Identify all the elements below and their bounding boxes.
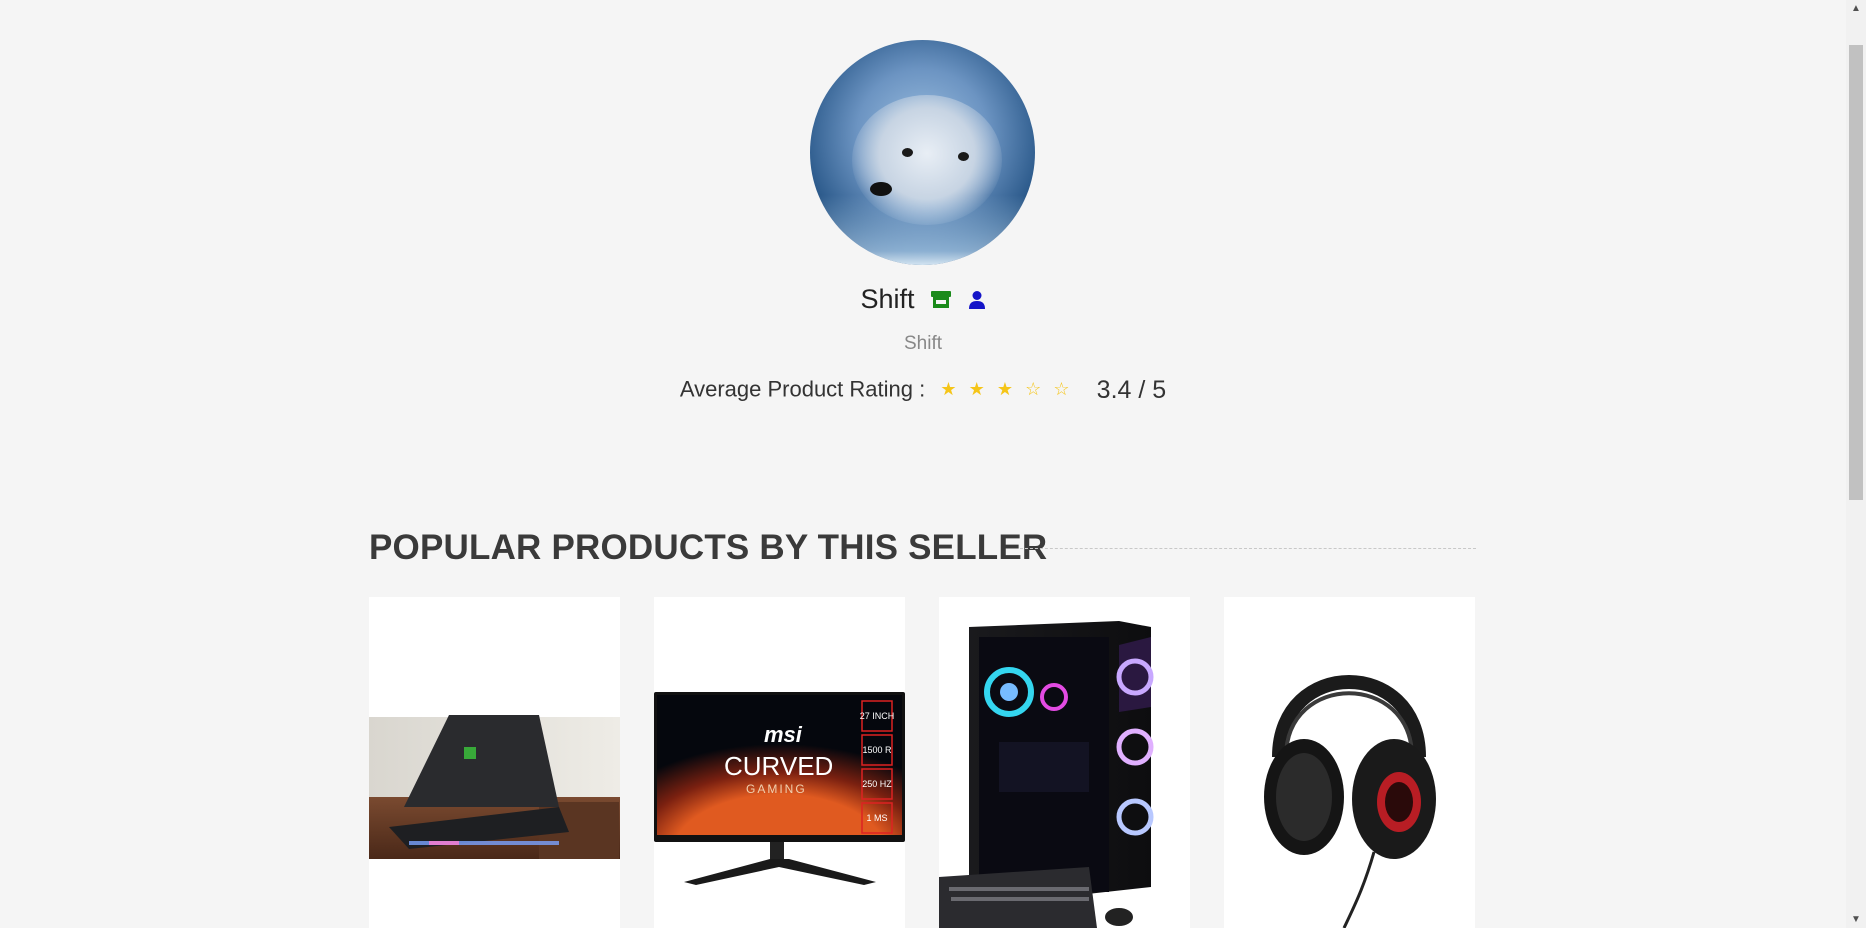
store-icon[interactable]	[930, 286, 952, 317]
avatar-eye	[958, 152, 969, 161]
curved-gaming-monitor-image[interactable]: msi CURVED GAMING 27 INCH 1500 R 250 HZ …	[654, 597, 905, 928]
gaming-desktop-pc-image[interactable]	[939, 597, 1190, 928]
page-scrollbar[interactable]: ▲ ▼	[1846, 0, 1866, 928]
scroll-up-icon[interactable]: ▲	[1846, 0, 1866, 17]
seller-name-row: Shift	[0, 284, 1846, 317]
monitor-spec: 1500 R	[862, 745, 892, 755]
section-divider	[1020, 548, 1476, 549]
seller-avatar	[810, 40, 1035, 265]
product-card[interactable]	[369, 597, 620, 928]
rating-stars: ★ ★ ★ ☆ ☆	[937, 375, 1072, 401]
product-card[interactable]	[939, 597, 1190, 928]
monitor-sub: GAMING	[746, 782, 807, 796]
star-icon: ★	[940, 378, 957, 399]
product-card[interactable]: msi CURVED GAMING 27 INCH 1500 R 250 HZ …	[654, 597, 905, 928]
rating-label: Average Product Rating :	[679, 376, 926, 402]
product-card[interactable]	[1224, 597, 1475, 928]
user-icon[interactable]	[968, 286, 986, 317]
monitor-brand: msi	[764, 722, 803, 747]
gaming-laptop-image[interactable]	[369, 597, 620, 928]
star-outline-icon: ☆	[1025, 378, 1042, 399]
average-rating-row: Average Product Rating : ★ ★ ★ ☆ ☆ 3.4 /…	[0, 376, 1846, 405]
seller-username: Shift	[903, 333, 943, 354]
monitor-text: CURVED	[724, 751, 833, 781]
scrollbar-thumb[interactable]	[1849, 45, 1863, 500]
avatar-nose	[870, 182, 892, 196]
scroll-down-icon[interactable]: ▼	[1846, 911, 1866, 928]
monitor-spec: 250 HZ	[862, 779, 892, 789]
seller-name: Shift	[860, 284, 915, 314]
monitor-spec: 27 INCH	[860, 711, 895, 721]
section-title: POPULAR PRODUCTS BY THIS SELLER	[369, 528, 1048, 567]
avatar-eye	[902, 148, 913, 157]
rating-value: 3.4 / 5	[1096, 376, 1167, 404]
monitor-spec: 1 MS	[866, 813, 887, 823]
star-icon: ★	[996, 378, 1014, 399]
gaming-headset-image[interactable]	[1224, 597, 1475, 928]
star-outline-icon: ☆	[1053, 378, 1070, 399]
star-icon: ★	[968, 378, 985, 399]
avatar-glow	[810, 195, 1035, 265]
